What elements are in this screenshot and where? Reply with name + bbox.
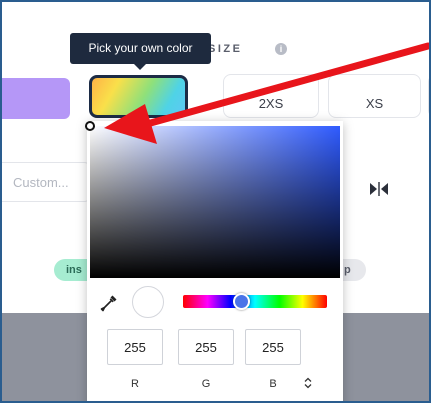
green-channel-label: G [201, 378, 211, 390]
size-option-2xs[interactable]: 2XS [223, 74, 319, 118]
saturation-value-area[interactable] [85, 121, 340, 278]
app-frame: SIZE i 2XS XS ins p R G B [0, 0, 431, 403]
red-channel-input[interactable] [107, 329, 163, 365]
green-channel-input[interactable] [178, 329, 234, 365]
size-option-xs[interactable]: XS [328, 74, 421, 118]
color-swatch-purple[interactable] [2, 78, 70, 119]
eyedropper-icon[interactable] [100, 294, 118, 312]
custom-size-input[interactable] [2, 162, 92, 202]
tooltip-arrow [134, 64, 146, 70]
flip-horizontal-icon[interactable] [370, 182, 388, 196]
info-icon[interactable]: i [275, 43, 287, 55]
blue-channel-label: B [269, 378, 277, 390]
sort-arrows-icon[interactable] [302, 376, 314, 390]
blue-channel-input[interactable] [245, 329, 301, 365]
size-section-label: SIZE [208, 43, 243, 55]
tooltip: Pick your own color [70, 33, 211, 64]
hue-slider-handle[interactable] [232, 293, 250, 310]
color-preview-circle [132, 286, 164, 318]
custom-color-swatch-button[interactable] [89, 75, 188, 118]
saturation-value-handle[interactable] [85, 121, 95, 131]
hue-slider[interactable] [183, 293, 327, 310]
color-picker-popover: R G B [85, 121, 343, 401]
red-channel-label: R [131, 378, 139, 390]
